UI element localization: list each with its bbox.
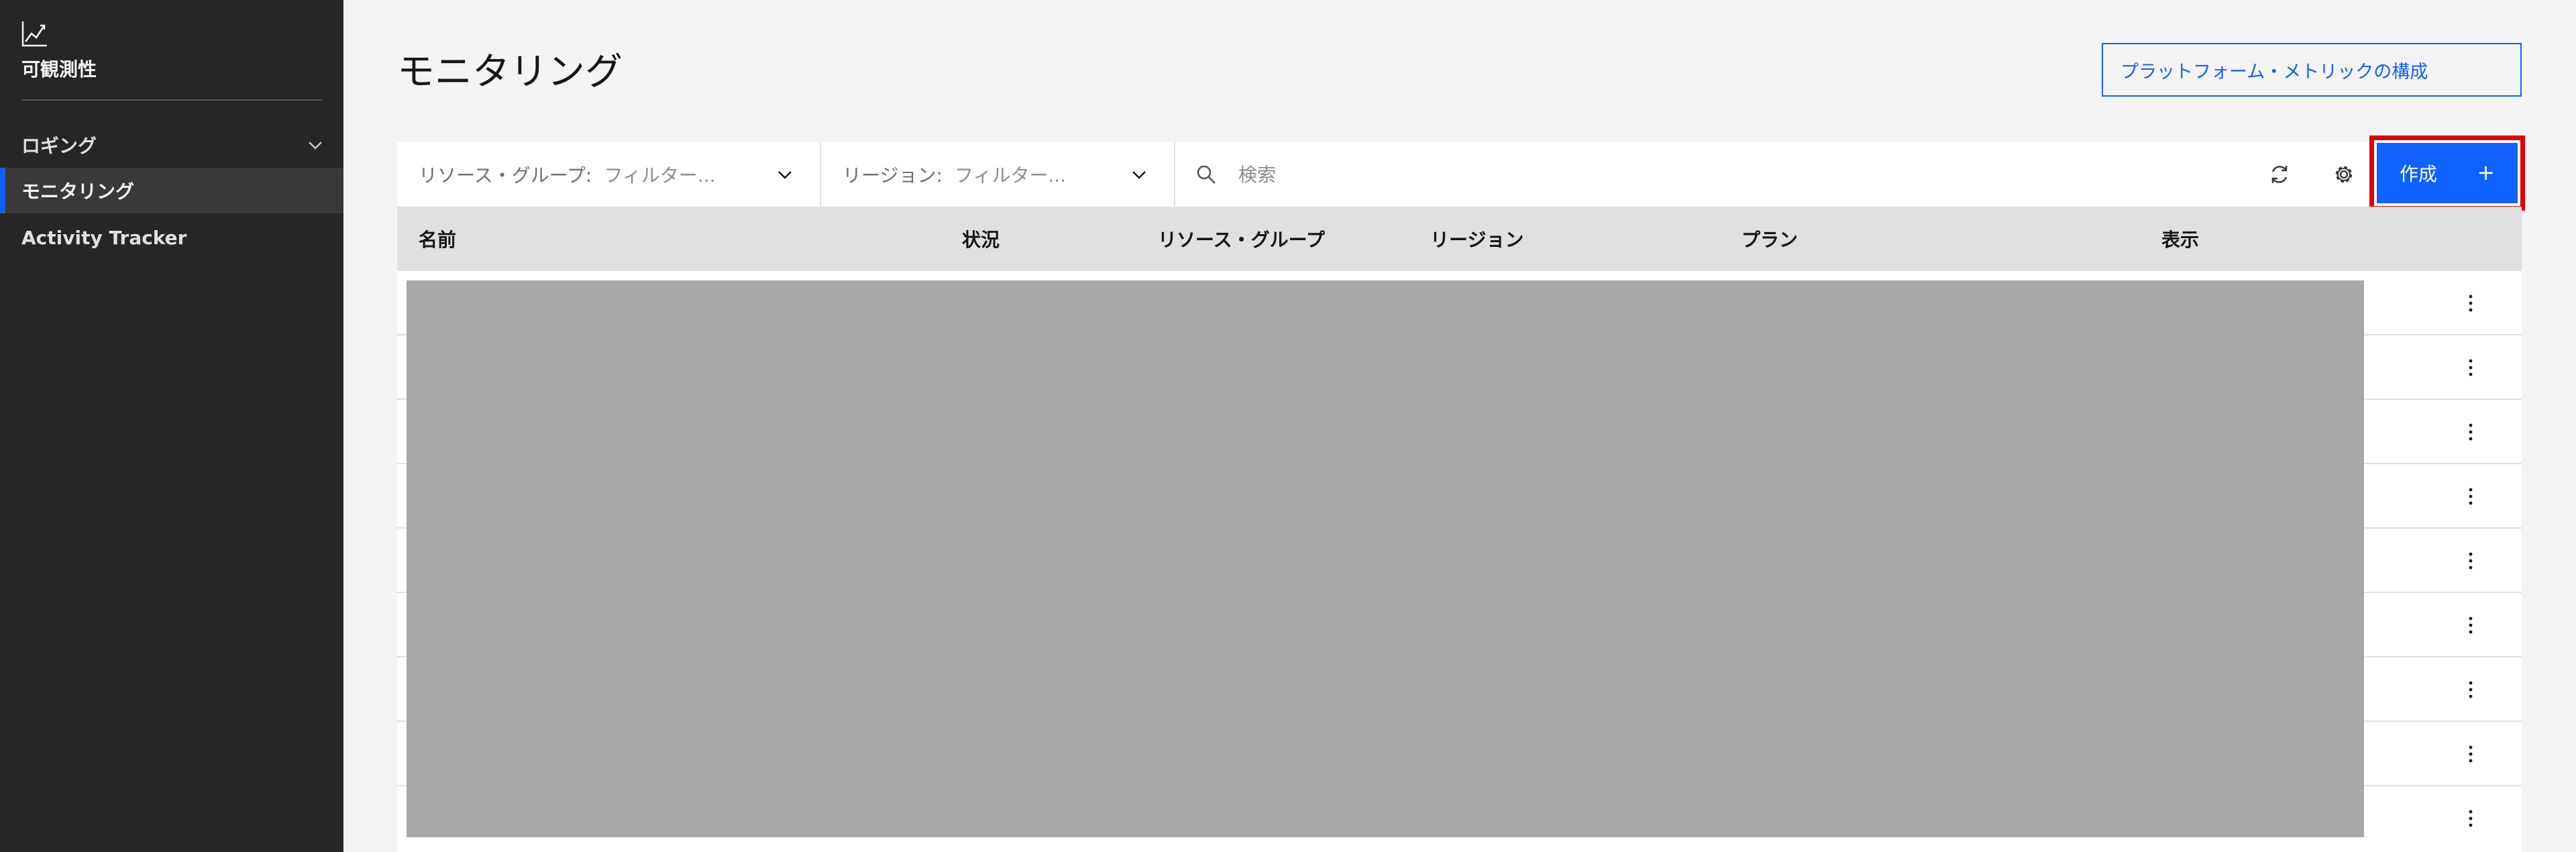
column-header-name[interactable]: 名前	[419, 207, 456, 271]
overflow-menu-icon[interactable]	[2463, 420, 2478, 444]
search-icon	[1197, 165, 1216, 184]
overflow-menu-icon[interactable]	[2463, 742, 2478, 766]
region-filter-label: リージョン:	[843, 164, 943, 187]
overflow-menu-icon[interactable]	[2463, 484, 2478, 509]
column-header-view[interactable]: 表示	[2161, 207, 2199, 271]
overflow-menu-icon[interactable]	[2463, 806, 2478, 831]
sidebar-item-label: Activity Tracker	[21, 226, 187, 249]
column-header-region[interactable]: リージョン	[1430, 207, 1523, 271]
table-header: 名前 状況 リソース・グループ リージョン プラン 表示	[397, 207, 2522, 271]
overflow-menu-icon[interactable]	[2463, 549, 2478, 573]
sidebar-item-activity-tracker[interactable]: Activity Tracker	[0, 215, 343, 260]
overflow-menu-icon[interactable]	[2463, 678, 2478, 702]
region-filter[interactable]: リージョン: フィルター...	[821, 142, 1175, 207]
sidebar-item-label: モニタリング	[21, 180, 135, 203]
create-button[interactable]: 作成 +	[2377, 143, 2518, 203]
search-input[interactable]	[1237, 158, 2176, 191]
redacted-table-content	[407, 280, 2364, 837]
resource-group-filter[interactable]: リソース・グループ: フィルター...	[397, 142, 821, 207]
overflow-menu-icon[interactable]	[2463, 291, 2478, 315]
resource-group-filter-label: リソース・グループ:	[419, 164, 592, 187]
overflow-menu-icon[interactable]	[2463, 356, 2478, 380]
chevron-down-icon	[309, 142, 322, 150]
overflow-menu-icon[interactable]	[2463, 613, 2478, 637]
region-filter-value: フィルター...	[954, 164, 1067, 187]
sidebar-item-label: ロギング	[21, 135, 97, 157]
toolbar: リソース・グループ: フィルター... リージョン: フィルター...	[397, 142, 2522, 207]
chevron-down-icon	[778, 171, 792, 179]
create-button-label: 作成	[2400, 163, 2438, 185]
column-header-resource-group[interactable]: リソース・グループ	[1158, 207, 1325, 271]
gear-icon[interactable]	[2330, 161, 2357, 188]
page-title: モニタリング	[397, 50, 623, 94]
line-chart-icon	[21, 21, 47, 47]
chevron-down-icon	[1132, 171, 1146, 179]
search-bar	[1175, 142, 2235, 207]
app-title: 可観測性	[21, 58, 97, 81]
resource-group-filter-value: フィルター...	[604, 164, 716, 187]
configure-platform-metrics-button[interactable]: プラットフォーム・メトリックの構成	[2102, 43, 2522, 97]
sidebar: 可観測性 ロギング モニタリング Activity Tracker	[0, 0, 343, 852]
column-header-plan[interactable]: プラン	[1741, 207, 1798, 271]
plus-icon: +	[2477, 160, 2495, 185]
create-button-highlight: 作成 +	[2369, 136, 2525, 211]
sidebar-item-monitoring[interactable]: モニタリング	[0, 168, 343, 213]
sidebar-item-logging[interactable]: ロギング	[0, 122, 343, 168]
refresh-icon[interactable]	[2266, 161, 2293, 188]
sidebar-divider	[21, 99, 322, 101]
column-header-status[interactable]: 状況	[962, 207, 1000, 271]
